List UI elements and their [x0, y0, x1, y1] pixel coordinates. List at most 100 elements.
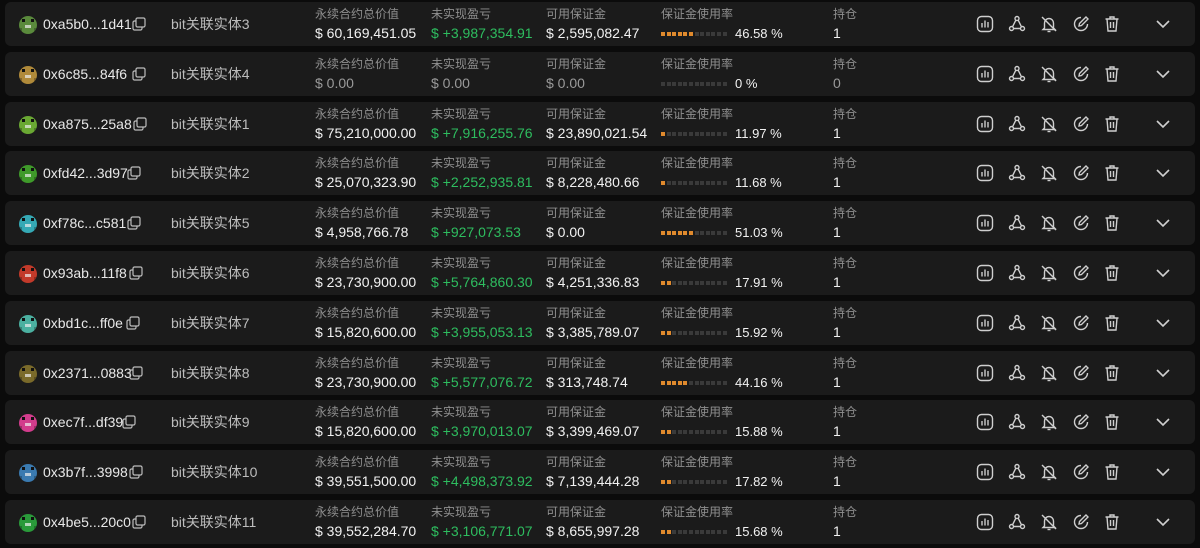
chart-icon[interactable]: [975, 363, 995, 383]
edit-icon[interactable]: [1071, 64, 1091, 84]
table-row[interactable]: 0xbd1c...ff0e bit关联实体7 永续合约总价值 $ 15,820,600…: [5, 300, 1195, 345]
chevron-down-icon[interactable]: [1154, 513, 1172, 531]
ratio-segment: [711, 131, 716, 136]
network-icon[interactable]: [1007, 512, 1027, 532]
entity-name: bit关联实体7: [171, 314, 250, 331]
network-icon[interactable]: [1007, 363, 1027, 383]
trash-icon[interactable]: [1102, 363, 1122, 383]
table-row[interactable]: 0x93ab...11f8 bit关联实体6 永续合约总价值 $ 23,730,900…: [5, 251, 1195, 295]
network-icon[interactable]: [1007, 64, 1027, 84]
copy-icon[interactable]: [126, 316, 140, 330]
ratio-segment: [661, 380, 665, 385]
positions-label: 持仓: [833, 156, 858, 171]
bell-off-icon[interactable]: [1039, 14, 1059, 34]
table-row[interactable]: 0xf78c...c581 bit关联实体5 永续合约总价值 $ 4,958,766.…: [5, 201, 1195, 246]
chevron-down-icon[interactable]: [1154, 314, 1172, 332]
chevron-down-icon[interactable]: [1154, 214, 1172, 232]
network-icon[interactable]: [1007, 313, 1027, 333]
copy-icon[interactable]: [132, 17, 146, 31]
bell-off-icon[interactable]: [1039, 213, 1059, 233]
chevron-down-icon[interactable]: [1154, 364, 1172, 382]
edit-icon[interactable]: [1071, 263, 1091, 283]
trash-icon[interactable]: [1102, 114, 1122, 134]
chart-icon[interactable]: [975, 263, 995, 283]
trash-icon[interactable]: [1102, 14, 1122, 34]
copy-icon[interactable]: [129, 465, 143, 479]
chart-icon[interactable]: [975, 412, 995, 432]
chart-icon[interactable]: [975, 313, 995, 333]
copy-icon[interactable]: [127, 166, 141, 180]
chart-icon[interactable]: [975, 114, 995, 134]
trash-icon[interactable]: [1102, 263, 1122, 283]
trash-icon[interactable]: [1102, 313, 1122, 333]
ratio-segment: [717, 231, 721, 236]
copy-icon[interactable]: [127, 216, 141, 230]
edit-icon[interactable]: [1071, 412, 1091, 432]
chart-icon[interactable]: [975, 14, 995, 34]
chart-icon[interactable]: [975, 512, 995, 532]
chart-icon[interactable]: [975, 213, 995, 233]
table-row[interactable]: 0xec7f...df39 bit关联实体9 永续合约总价值 $ 15,820,600…: [5, 400, 1195, 445]
edit-icon[interactable]: [1071, 163, 1091, 183]
chevron-down-icon[interactable]: [1154, 463, 1172, 481]
table-row[interactable]: 0xfd42...3d97 bit关联实体2 永续合约总价值 $ 25,070,323…: [5, 151, 1195, 196]
table-row[interactable]: 0x2371...0883 bit关联实体8 永续合约总价值 $ 23,730,900…: [5, 350, 1195, 395]
trash-icon[interactable]: [1102, 412, 1122, 432]
bell-off-icon[interactable]: [1039, 412, 1059, 432]
copy-icon[interactable]: [122, 415, 136, 429]
network-icon[interactable]: [1007, 213, 1027, 233]
edit-icon[interactable]: [1071, 14, 1091, 34]
edit-icon[interactable]: [1071, 462, 1091, 482]
copy-icon[interactable]: [129, 365, 143, 380]
chevron-down-icon[interactable]: [1154, 115, 1172, 133]
wallet-address: 0x3b7f...3998: [43, 464, 128, 481]
chevron-down-icon[interactable]: [1154, 413, 1172, 431]
edit-icon[interactable]: [1071, 114, 1091, 134]
trash-icon[interactable]: [1102, 512, 1122, 532]
table-row[interactable]: 0xa5b0...1d41 bit关联实体3 永续合约总价值 $ 60,169,451…: [5, 2, 1195, 46]
table-row[interactable]: 0x6c85...84f6 bit关联实体4 永续合约总价值 $ 0.00 未实现盈亏 $…: [5, 51, 1195, 96]
copy-icon[interactable]: [132, 515, 146, 529]
ratio-segment: [700, 530, 705, 534]
available-margin-label: 可用保证金: [546, 156, 607, 171]
bell-off-icon[interactable]: [1039, 114, 1059, 134]
network-icon[interactable]: [1007, 163, 1027, 183]
network-icon[interactable]: [1007, 14, 1027, 34]
table-row[interactable]: 0x4be5...20c0 bit关联实体11 永续合约总价值 $ 39,552,28…: [5, 500, 1195, 544]
chart-icon[interactable]: [975, 64, 995, 84]
chevron-down-icon[interactable]: [1154, 164, 1172, 182]
unrealized-pnl: $ +3,106,771.07: [431, 523, 533, 539]
trash-icon[interactable]: [1102, 163, 1122, 183]
ratio-segment: [689, 231, 693, 236]
table-row[interactable]: 0x3b7f...3998 bit关联实体10 永续合约总价值 $ 39,551,50…: [5, 450, 1195, 495]
trash-icon[interactable]: [1102, 64, 1122, 84]
bell-off-icon[interactable]: [1039, 363, 1059, 383]
copy-icon[interactable]: [132, 67, 146, 81]
network-icon[interactable]: [1007, 412, 1027, 432]
table-row[interactable]: 0xa875...25a8 bit关联实体1 永续合约总价值 $ 75,210,000…: [5, 101, 1195, 146]
entity-name: bit关联实体6: [171, 265, 250, 281]
bell-off-icon[interactable]: [1039, 163, 1059, 183]
edit-icon[interactable]: [1071, 213, 1091, 233]
edit-icon[interactable]: [1071, 363, 1091, 383]
chevron-down-icon[interactable]: [1154, 65, 1172, 83]
bell-off-icon[interactable]: [1039, 263, 1059, 283]
chevron-down-icon[interactable]: [1154, 15, 1172, 33]
copy-icon[interactable]: [129, 266, 143, 280]
chart-icon[interactable]: [975, 163, 995, 183]
trash-icon[interactable]: [1102, 213, 1122, 233]
trash-icon[interactable]: [1102, 462, 1122, 482]
bell-off-icon[interactable]: [1039, 64, 1059, 84]
chevron-down-icon[interactable]: [1154, 264, 1172, 282]
network-icon[interactable]: [1007, 462, 1027, 482]
network-icon[interactable]: [1007, 263, 1027, 283]
bell-off-icon[interactable]: [1039, 462, 1059, 482]
edit-icon[interactable]: [1071, 313, 1091, 333]
ratio-segment: [694, 480, 699, 485]
edit-icon[interactable]: [1071, 512, 1091, 532]
network-icon[interactable]: [1007, 114, 1027, 134]
chart-icon[interactable]: [975, 462, 995, 482]
bell-off-icon[interactable]: [1039, 313, 1059, 333]
copy-icon[interactable]: [133, 116, 147, 131]
bell-off-icon[interactable]: [1039, 512, 1059, 532]
